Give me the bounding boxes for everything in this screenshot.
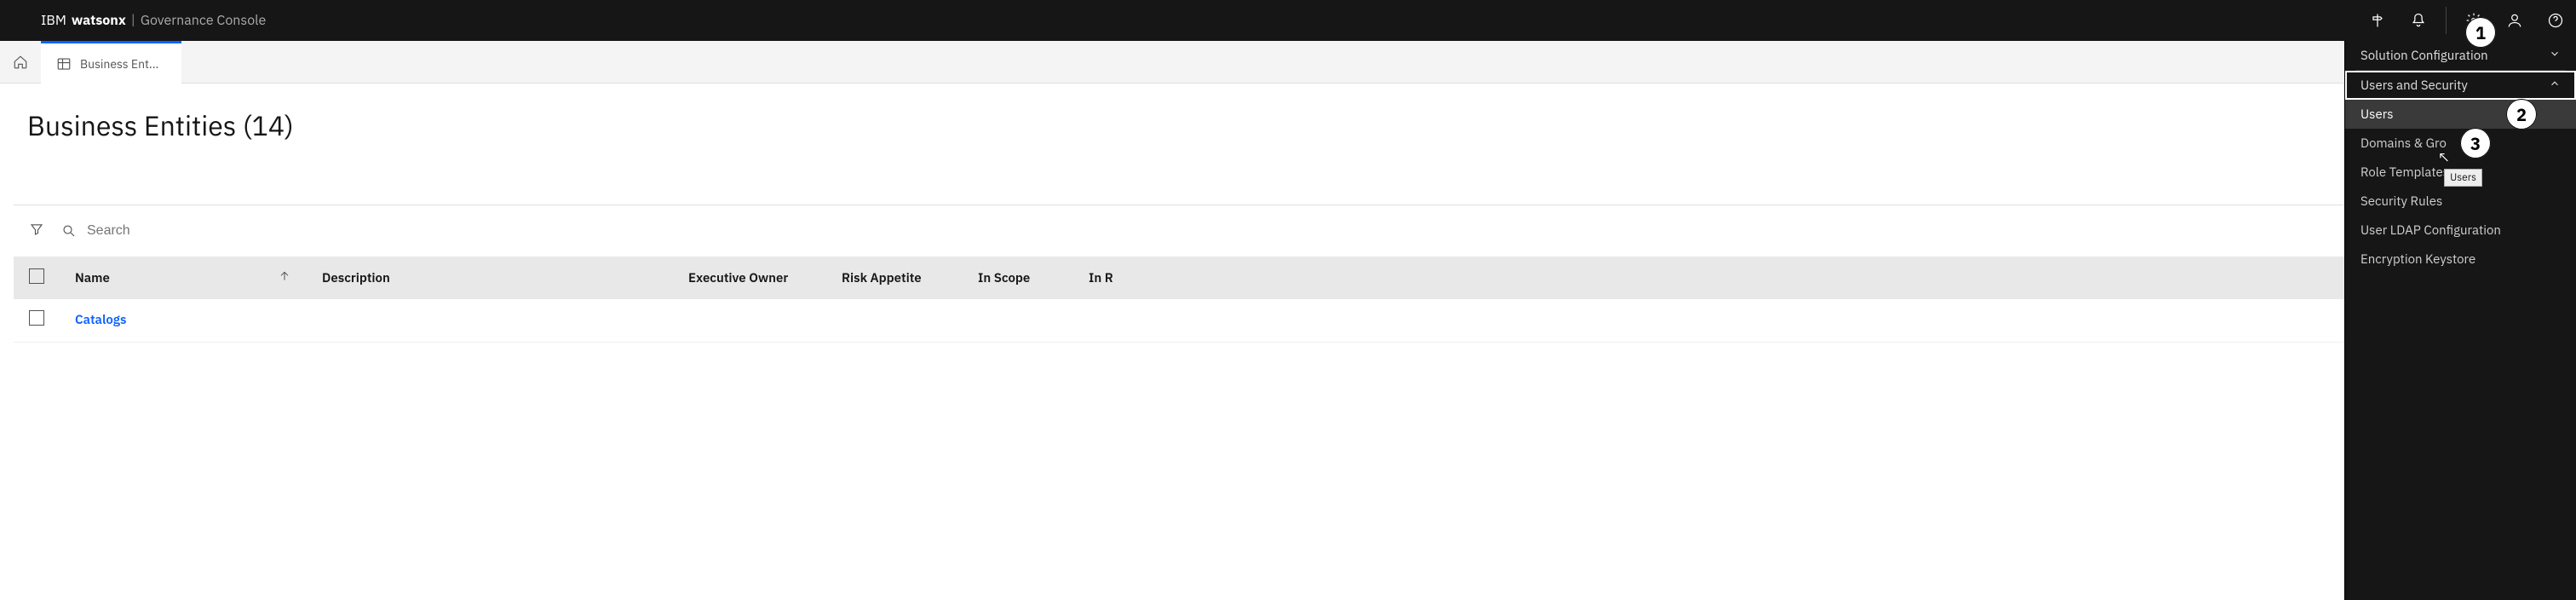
- entity-link[interactable]: Catalogs: [75, 312, 126, 328]
- home-tab[interactable]: [0, 41, 41, 84]
- chevron-down-icon: [2549, 48, 2561, 64]
- hamburger-menu-button[interactable]: [0, 0, 41, 41]
- tooltip-users: Users: [2444, 169, 2482, 187]
- grid-icon: [56, 56, 72, 72]
- signpost-button[interactable]: [2357, 0, 2398, 41]
- panel-section-users-security[interactable]: Users and Security: [2345, 71, 2576, 100]
- search-box[interactable]: [61, 223, 2515, 239]
- annotation-badge-2: 2: [2506, 99, 2537, 130]
- panel-item-label: Users: [2360, 107, 2394, 123]
- col-in-scope[interactable]: In Scope: [978, 270, 1030, 286]
- tab-label: Business Ent...: [80, 56, 158, 72]
- search-icon: [61, 223, 77, 239]
- page-body: Business Entities (14) ✓ Name: [0, 84, 2576, 343]
- col-description[interactable]: Description: [322, 270, 390, 286]
- panel-item-users[interactable]: Users: [2345, 100, 2576, 129]
- col-executive-owner[interactable]: Executive Owner: [688, 270, 788, 286]
- brand-subtitle: Governance Console: [141, 12, 266, 29]
- panel-item-encryption-keystore[interactable]: Encryption Keystore: [2345, 245, 2576, 274]
- panel-item-label: Role Templates: [2360, 164, 2449, 181]
- sort-name-button[interactable]: [278, 269, 291, 287]
- tab-strip: Business Ent...: [0, 41, 2576, 84]
- user-button[interactable]: [2494, 0, 2535, 41]
- help-button[interactable]: [2535, 0, 2576, 41]
- brand-separator: |: [131, 12, 135, 29]
- panel-item-user-ldap[interactable]: User LDAP Configuration: [2345, 216, 2576, 245]
- select-all-checkbox[interactable]: [29, 268, 44, 284]
- annotation-badge-1: 1: [2465, 17, 2496, 48]
- hamburger-icon: [0, 0, 41, 41]
- col-name[interactable]: Name: [75, 270, 110, 286]
- signpost-icon: [2369, 12, 2386, 29]
- header-divider: [2446, 7, 2447, 34]
- panel-section-solution-config[interactable]: Solution Configuration: [2345, 41, 2576, 70]
- panel-label: Users and Security: [2360, 78, 2468, 94]
- cursor-pointer-icon: ↖: [2437, 147, 2450, 167]
- panel-item-label: Security Rules: [2360, 193, 2442, 210]
- panel-item-label: User LDAP Configuration: [2360, 222, 2501, 239]
- home-icon: [13, 55, 28, 70]
- annotation-badge-3: 3: [2460, 128, 2491, 159]
- brand-product: watsonx: [72, 12, 126, 29]
- panel-item-security-rules[interactable]: Security Rules: [2345, 187, 2576, 216]
- panel-item-label: Encryption Keystore: [2360, 251, 2475, 268]
- panel-label: Solution Configuration: [2360, 48, 2488, 64]
- search-input[interactable]: [87, 223, 342, 239]
- tab-business-entities[interactable]: Business Ent...: [41, 41, 181, 84]
- notifications-button[interactable]: [2398, 0, 2439, 41]
- brand-ibm: IBM: [41, 12, 66, 29]
- table-row[interactable]: Catalogs: [14, 299, 2562, 342]
- header-row: Name Description Executive Owner Risk Ap…: [14, 257, 2562, 299]
- app-header: IBM watsonx | Governance Console: [0, 0, 2576, 41]
- filter-icon: [29, 222, 44, 237]
- row-checkbox[interactable]: [29, 310, 44, 326]
- grid-wrap: ✓ Name Description: [14, 205, 2562, 343]
- user-icon: [2506, 12, 2523, 29]
- col-risk-appetite[interactable]: Risk Appetite: [842, 270, 922, 286]
- data-grid: Name Description Executive Owner Risk Ap…: [14, 257, 2562, 343]
- page-title: Business Entities (14): [0, 84, 2576, 143]
- chevron-up-icon: [2549, 78, 2561, 94]
- bell-icon: [2410, 12, 2427, 29]
- col-in-rcsa[interactable]: In R: [1089, 270, 1113, 286]
- filter-button[interactable]: [29, 222, 44, 241]
- help-icon: [2547, 12, 2564, 29]
- arrow-up-icon: [278, 269, 291, 283]
- settings-panel: Solution Configuration Users and Securit…: [2344, 41, 2576, 600]
- panel-item-label: Domains & Gro: [2360, 136, 2447, 152]
- grid-toolbar: ✓: [14, 205, 2562, 257]
- brand-block: IBM watsonx | Governance Console: [41, 12, 266, 29]
